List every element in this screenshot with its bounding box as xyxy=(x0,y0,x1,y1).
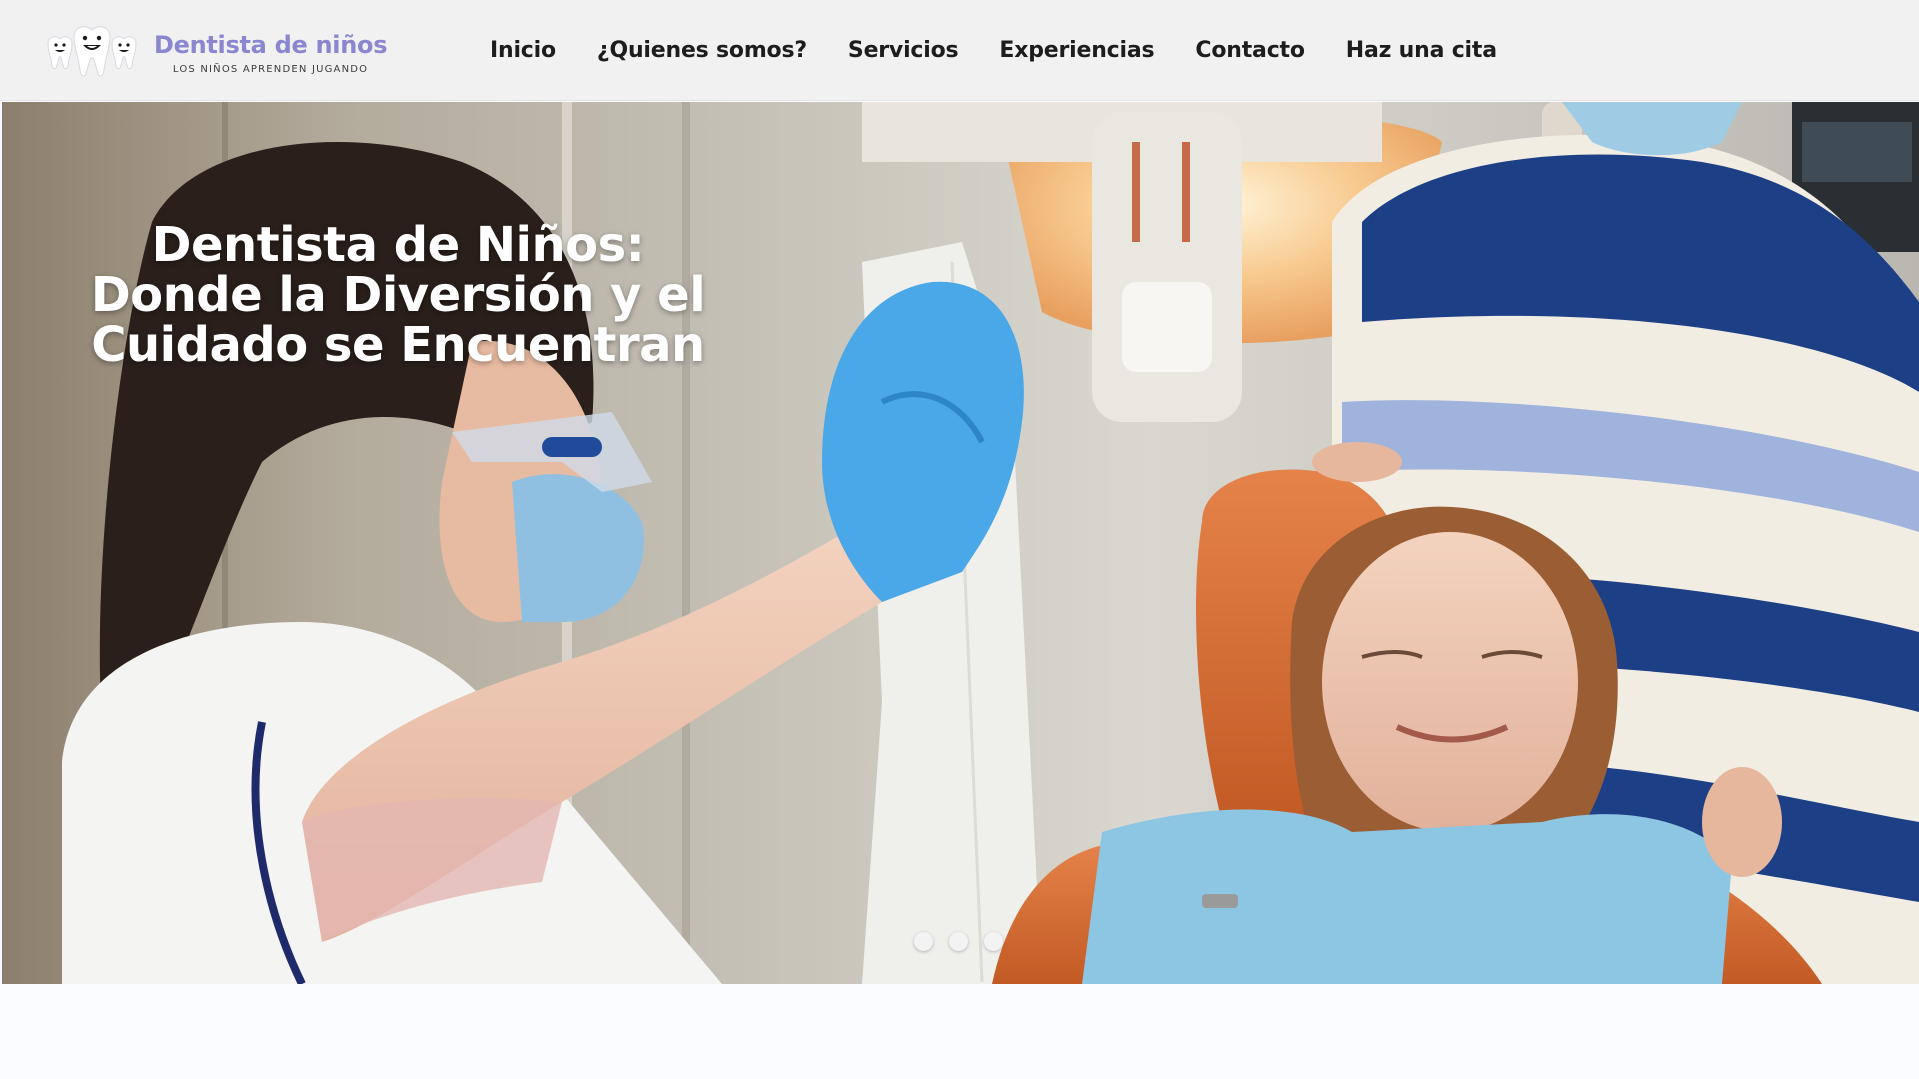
main-nav: Inicio ¿Quienes somos? Servicios Experie… xyxy=(490,30,1538,70)
smiling-teeth-logo-icon xyxy=(47,26,137,77)
nav-item-quienes-somos[interactable]: ¿Quienes somos? xyxy=(597,38,807,63)
hero-title: Dentista de Niños: Donde la Diversión y … xyxy=(90,217,706,373)
nav-item-servicios[interactable]: Servicios xyxy=(848,38,959,63)
site-header: Dentista de niños LOS NIÑOS APRENDEN JUG… xyxy=(0,0,1919,101)
slide-dot-2[interactable] xyxy=(949,932,968,951)
nav-item-inicio[interactable]: Inicio xyxy=(490,38,556,63)
slide-dot-3[interactable] xyxy=(984,932,1003,951)
nav-item-experiencias[interactable]: Experiencias xyxy=(999,38,1154,63)
nav-item-haz-una-cita[interactable]: Haz una cita xyxy=(1346,38,1497,63)
brand-name: Dentista de niños xyxy=(154,30,388,59)
page-content-area xyxy=(0,984,1919,1079)
brand-logo-link[interactable]: Dentista de niños LOS NIÑOS APRENDEN JUG… xyxy=(42,22,387,82)
slider-pagination xyxy=(914,932,1019,951)
slide-dot-1[interactable] xyxy=(914,932,933,951)
nav-item-contacto[interactable]: Contacto xyxy=(1195,38,1305,63)
brand-tagline: LOS NIÑOS APRENDEN JUGANDO xyxy=(172,63,369,75)
hero-slider: Dentista de Niños: Donde la Diversión y … xyxy=(2,102,1919,984)
